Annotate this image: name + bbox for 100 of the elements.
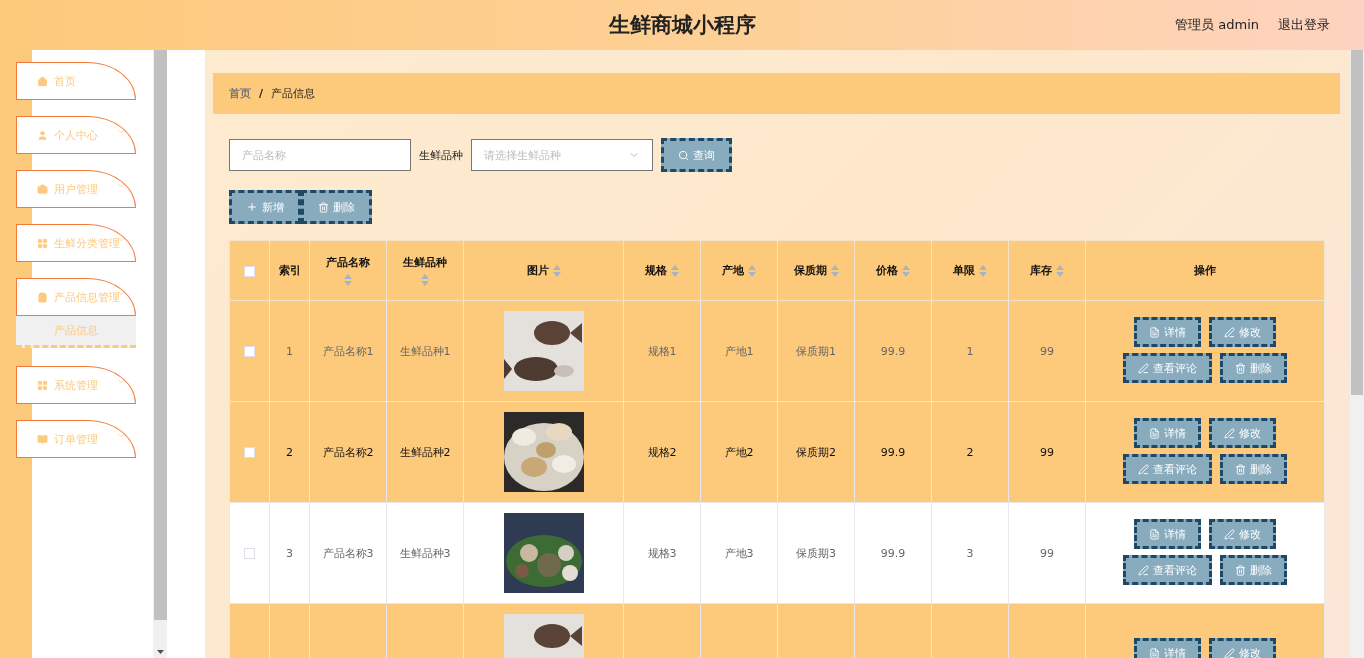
- menu-icon: [37, 291, 48, 303]
- edit-button[interactable]: 修改: [1209, 519, 1276, 549]
- plus-icon: [246, 201, 258, 213]
- breadcrumb-item[interactable]: 产品信息: [271, 86, 316, 101]
- details-button[interactable]: 详情: [1134, 418, 1201, 448]
- scrollbar[interactable]: [153, 50, 167, 658]
- column-header: 规格: [645, 263, 667, 278]
- query-button[interactable]: 查询: [661, 138, 732, 172]
- edit-button[interactable]: 修改: [1209, 317, 1276, 347]
- table-cell: 2: [286, 445, 293, 459]
- menu-icon: [37, 183, 48, 195]
- delete-button[interactable]: 删除: [301, 190, 372, 224]
- table-cell: 保质期2: [796, 445, 836, 459]
- edit-button[interactable]: 修改: [1209, 638, 1276, 658]
- table-row[interactable]: 2 产品名称2 生鲜品种2 规格2 产地2 保质期2 99.9 2 99 详情 修改 查看评论 删除: [229, 401, 1325, 503]
- menu-icon: [37, 75, 48, 87]
- menu-item[interactable]: 个人中心: [16, 116, 136, 154]
- table-cell: 2: [966, 445, 974, 459]
- kind-label: 生鲜品种: [419, 147, 463, 163]
- sort-icon[interactable]: [552, 264, 561, 277]
- menu-icon: [37, 379, 48, 391]
- details-button[interactable]: 详情: [1134, 519, 1201, 549]
- delete-button[interactable]: 删除: [1220, 555, 1287, 585]
- table-cell: 1: [286, 344, 293, 358]
- table-cell: 3: [286, 546, 293, 560]
- edit-button[interactable]: 修改: [1209, 418, 1276, 448]
- sort-icon[interactable]: [1056, 264, 1064, 277]
- pen-icon: [1138, 463, 1149, 475]
- table-cell: 规格3: [647, 546, 677, 560]
- sort-icon[interactable]: [421, 274, 429, 286]
- kind-select[interactable]: 请选择生鲜品种: [471, 139, 653, 171]
- row-checkbox[interactable]: [244, 548, 255, 559]
- column-header: 单限: [953, 263, 975, 278]
- scrollbar[interactable]: [1350, 50, 1364, 658]
- table-cell: 规格2: [647, 445, 677, 459]
- table-row[interactable]: 1 产品名称1 生鲜品种1 规格1 产地1 保质期1 99.9 1 99 详情 修改 查看评论 删除: [229, 300, 1325, 402]
- menu-item[interactable]: 首页: [16, 62, 136, 100]
- table-cell: 99.9: [880, 445, 906, 459]
- sort-icon[interactable]: [748, 264, 756, 277]
- sort-icon[interactable]: [671, 264, 679, 277]
- column-header: 保质期: [793, 263, 827, 278]
- delete-button[interactable]: 删除: [1220, 454, 1287, 484]
- table-cell: 产地3: [724, 546, 754, 560]
- delete-button[interactable]: 删除: [1220, 353, 1287, 383]
- table-cell: 产品名称3: [322, 546, 374, 560]
- table-cell: 99.9: [880, 344, 906, 358]
- pen-icon: [1138, 564, 1149, 576]
- admin-label: 管理员 admin: [1175, 16, 1259, 34]
- scroll-down-icon[interactable]: [157, 650, 164, 654]
- menu-item[interactable]: 产品信息管理: [16, 278, 136, 316]
- search-icon: [678, 149, 689, 161]
- table-cell: 保质期1: [796, 344, 836, 358]
- menu-item[interactable]: 用户管理: [16, 170, 136, 208]
- table-cell: 产地1: [724, 344, 754, 358]
- document-icon: [1149, 647, 1160, 658]
- reviews-button[interactable]: 查看评论: [1123, 555, 1212, 585]
- table-cell: 1: [966, 344, 974, 358]
- table-cell: 生鲜品种3: [399, 546, 451, 560]
- menu-item[interactable]: 生鲜分类管理: [16, 224, 136, 262]
- details-button[interactable]: 详情: [1134, 638, 1201, 658]
- trash-icon: [1235, 463, 1246, 475]
- reviews-button[interactable]: 查看评论: [1123, 454, 1212, 484]
- document-icon: [1149, 427, 1160, 439]
- reviews-button[interactable]: 查看评论: [1123, 353, 1212, 383]
- menu-item[interactable]: 订单管理: [16, 420, 136, 458]
- sort-icon[interactable]: [979, 264, 987, 277]
- row-checkbox[interactable]: [244, 346, 255, 357]
- table-row[interactable]: 3 产品名称3 生鲜品种3 规格3 产地3 保质期3 99.9 3 99 详情 修改 查看评论 删除: [229, 502, 1325, 604]
- table-cell: 产品名称1: [322, 344, 374, 358]
- menu-icon: [37, 129, 48, 141]
- table-row[interactable]: 详情 修改: [229, 603, 1325, 658]
- details-button[interactable]: 详情: [1134, 317, 1201, 347]
- select-all-checkbox[interactable]: [244, 265, 255, 277]
- breadcrumb-item[interactable]: 首页: [229, 86, 251, 101]
- table-cell: 生鲜品种1: [399, 344, 451, 358]
- sort-icon[interactable]: [344, 274, 352, 286]
- menu-item[interactable]: 系统管理: [16, 366, 136, 404]
- menu-icon: [37, 433, 48, 445]
- add-button[interactable]: 新增: [229, 190, 301, 224]
- column-header: 生鲜品种: [403, 255, 447, 270]
- document-icon: [1149, 528, 1160, 540]
- table-cell: 99: [1040, 344, 1054, 358]
- logout-link[interactable]: 退出登录: [1278, 16, 1330, 34]
- table-cell: 99.9: [880, 546, 906, 560]
- sort-icon[interactable]: [830, 264, 839, 277]
- table-cell: 产地2: [724, 445, 754, 459]
- product-name-field[interactable]: 产品名称: [229, 139, 411, 171]
- column-header: 库存: [1030, 263, 1052, 278]
- table-cell: 99: [1040, 546, 1054, 560]
- column-header: 操作: [1194, 263, 1216, 278]
- column-header: 索引: [278, 263, 301, 278]
- table-cell: 产品名称2: [322, 445, 374, 459]
- trash-icon: [318, 201, 329, 213]
- menu-icon: [37, 237, 48, 249]
- sort-icon[interactable]: [902, 264, 910, 277]
- submenu-item[interactable]: 产品信息: [16, 316, 136, 348]
- table-cell: 保质期3: [796, 546, 836, 560]
- document-icon: [1149, 326, 1160, 338]
- row-checkbox[interactable]: [244, 447, 255, 458]
- breadcrumb-separator: /: [259, 87, 264, 100]
